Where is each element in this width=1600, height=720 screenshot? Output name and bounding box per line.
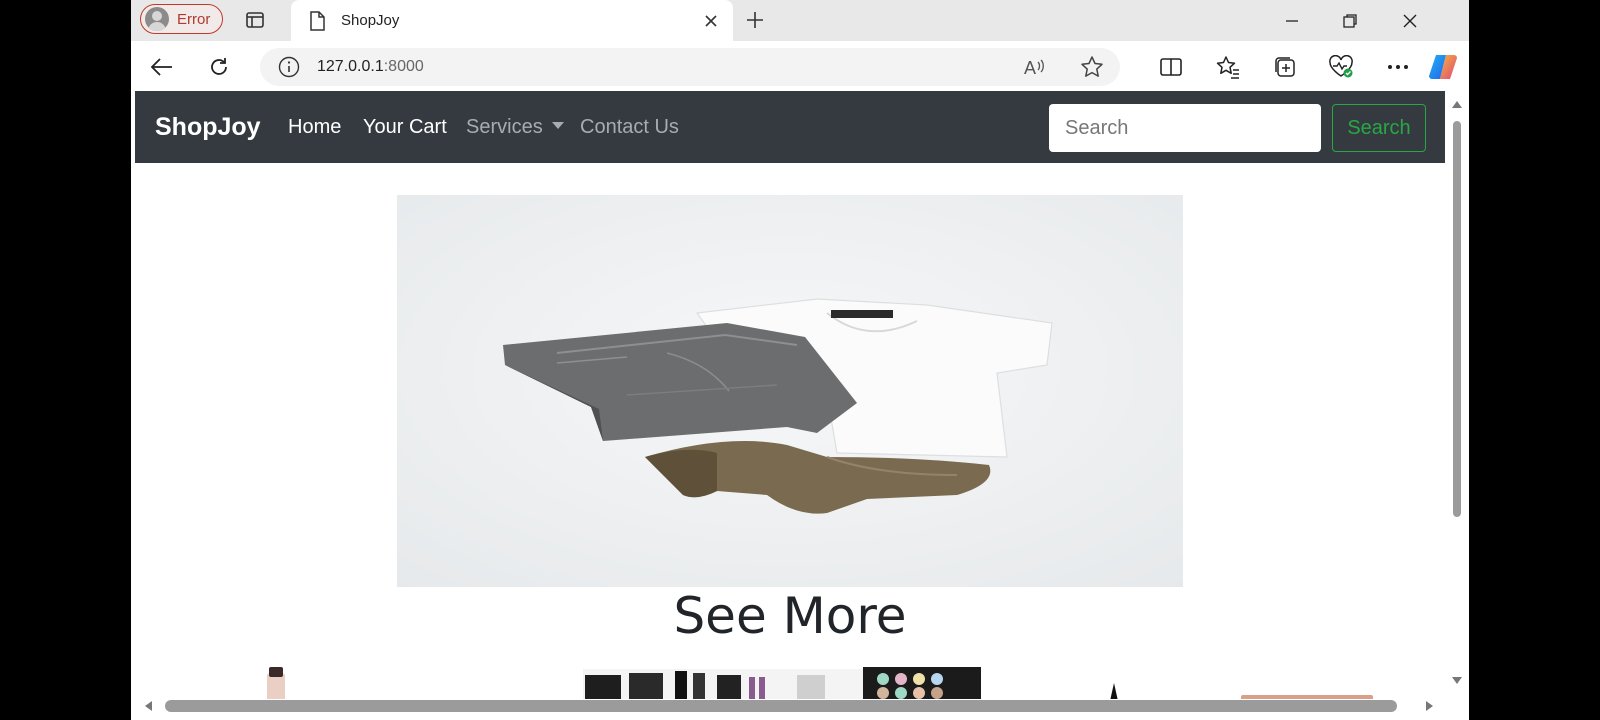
favorites-icon[interactable] [1214, 53, 1242, 81]
copilot-icon[interactable] [1425, 49, 1461, 85]
caret-down-icon [551, 122, 564, 129]
search-button[interactable]: Search [1332, 104, 1426, 152]
browser-window: Error ShopJoy 127.0.0.1:8000 A ShopJoy H… [131, 0, 1469, 720]
close-window-icon[interactable] [1381, 0, 1439, 41]
brand-logo[interactable]: ShopJoy [155, 113, 261, 142]
svg-text:A: A [1024, 58, 1036, 78]
restore-icon[interactable] [1321, 0, 1379, 41]
tab-actions-icon[interactable] [243, 8, 267, 32]
page-icon [307, 10, 327, 31]
tab-title: ShopJoy [341, 12, 400, 29]
split-screen-icon[interactable] [1157, 53, 1185, 81]
info-icon[interactable] [278, 56, 300, 78]
profile-button[interactable]: Error [140, 4, 224, 34]
nav-home[interactable]: Home [288, 116, 341, 139]
see-more-heading: See More [673, 587, 907, 645]
read-aloud-icon[interactable]: A [1023, 56, 1047, 78]
scroll-right-icon[interactable] [1426, 701, 1433, 711]
profile-label: Error [177, 10, 211, 28]
scroll-left-icon[interactable] [145, 701, 152, 711]
back-arrow-icon[interactable] [148, 53, 176, 81]
browser-toolbar: 127.0.0.1:8000 A [131, 41, 1469, 91]
star-icon[interactable] [1080, 55, 1104, 79]
nav-services-dropdown[interactable]: Services [466, 116, 564, 139]
close-icon[interactable] [699, 9, 723, 33]
url-text: 127.0.0.1:8000 [317, 58, 424, 75]
vertical-scrollbar[interactable] [1447, 91, 1467, 699]
hero-image [397, 195, 1183, 587]
plus-icon[interactable] [743, 8, 767, 32]
scroll-down-icon[interactable] [1452, 677, 1462, 684]
horizontal-scrollbar[interactable] [131, 699, 1447, 713]
collections-icon[interactable] [1271, 53, 1299, 81]
horizontal-scroll-thumb[interactable] [165, 700, 1397, 712]
tab-shopjoy[interactable]: ShopJoy [291, 0, 733, 41]
page-viewport: ShopJoy Home Your Cart Services Contact … [135, 91, 1447, 699]
scroll-up-icon[interactable] [1452, 101, 1462, 108]
nav-contact-us[interactable]: Contact Us [580, 116, 679, 139]
refresh-icon[interactable] [205, 53, 233, 81]
vertical-scroll-thumb[interactable] [1453, 121, 1461, 517]
search-input[interactable] [1049, 104, 1321, 152]
nav-your-cart[interactable]: Your Cart [363, 116, 447, 139]
address-bar[interactable]: 127.0.0.1:8000 A [260, 48, 1120, 86]
person-avatar-icon [145, 7, 169, 31]
tab-strip: Error ShopJoy [131, 0, 1469, 41]
minimize-icon[interactable] [1263, 0, 1321, 41]
nav-services-label: Services [466, 116, 543, 138]
product-carousel [135, 661, 1445, 699]
site-navbar: ShopJoy Home Your Cart Services Contact … [135, 91, 1445, 163]
more-icon[interactable] [1384, 53, 1412, 81]
browser-essentials-icon[interactable] [1327, 53, 1355, 81]
